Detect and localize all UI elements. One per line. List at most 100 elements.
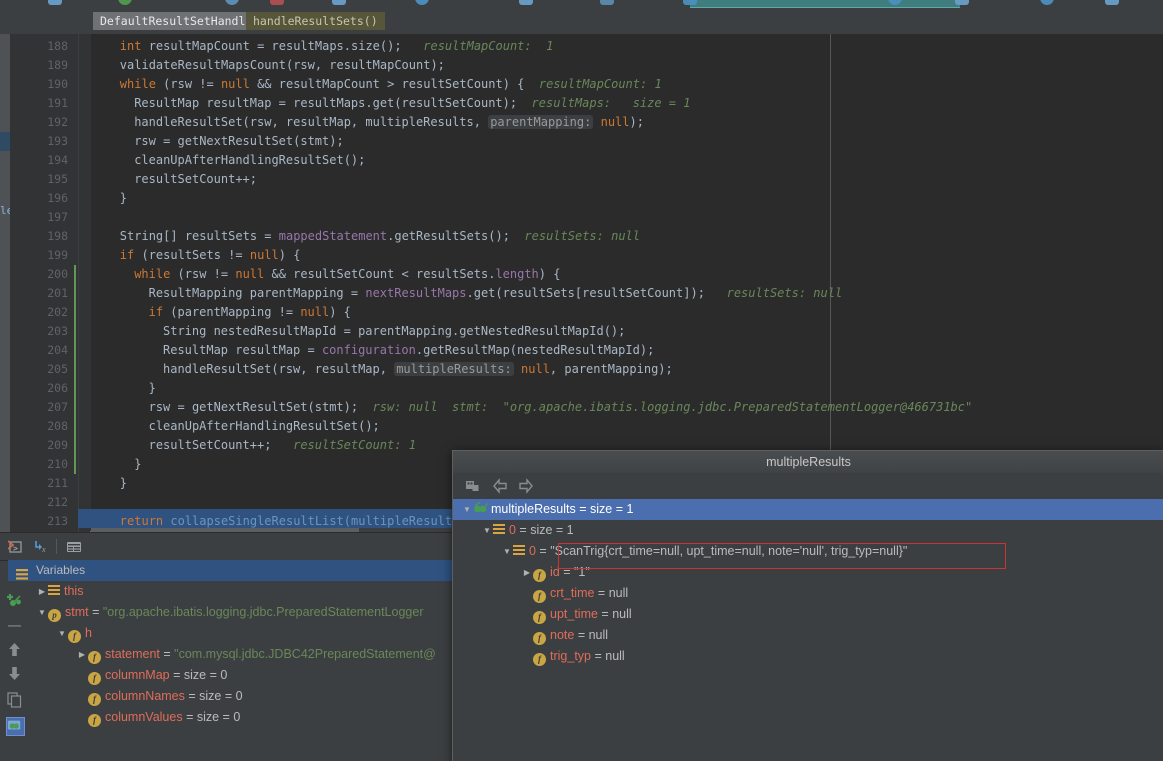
variables-tree-row[interactable]: f columnValues = size = 0	[76, 707, 240, 728]
chevron-down-icon[interactable]: ▼	[461, 499, 473, 520]
toolbar-icon-12[interactable]	[1040, 0, 1054, 5]
toolbar-icon-9[interactable]	[683, 0, 697, 5]
code-token: validateResultMapsCount(rsw, resultMapCo…	[119, 58, 445, 72]
move-up-icon[interactable]	[6, 641, 23, 658]
set-value-icon[interactable]	[465, 478, 482, 494]
code-token: ) {	[329, 305, 351, 319]
breadcrumb-class[interactable]: DefaultResultSetHandler	[93, 12, 267, 30]
variables-tree-row[interactable]: ▶ f statement = "com.mysql.jdbc.JDBC42Prep…	[76, 644, 436, 665]
code-line[interactable]: }	[120, 474, 127, 493]
vcs-change-marker[interactable]	[74, 265, 76, 474]
popup-variables-tree[interactable]: ▼ multipleResults = size = 1 ▼ 0 = size = 1…	[453, 499, 1163, 761]
settings-icon[interactable]	[66, 539, 82, 555]
field-badge-icon: f	[533, 611, 546, 624]
code-fold-strip[interactable]	[79, 34, 91, 532]
toolbar-icon-5[interactable]	[332, 0, 346, 5]
code-line[interactable]: cleanUpAfterHandlingResultSet();	[149, 417, 380, 436]
popup-tree-row[interactable]: ▼ 0 = "ScanTrig{crt_time=null, upt_time=n…	[453, 541, 1163, 562]
code-line[interactable]: rsw = getNextResultSet(stmt); rsw: null …	[149, 398, 973, 417]
code-line[interactable]: cleanUpAfterHandlingResultSet();	[134, 151, 365, 170]
chevron-down-icon[interactable]: ▼	[481, 520, 493, 541]
evaluate-icon[interactable]	[6, 717, 25, 736]
field-badge-icon: f	[533, 569, 546, 582]
field-badge-icon: f	[533, 590, 546, 603]
variables-tree-row[interactable]: ▶ this	[36, 581, 84, 602]
popup-tree-row[interactable]: f note = null	[453, 625, 1163, 646]
code-token: resultMaps: size = 1	[517, 96, 691, 110]
popup-tree-row[interactable]: f upt_time = null	[453, 604, 1163, 625]
toolbar-icon-13[interactable]	[1105, 0, 1119, 5]
chevron-right-icon[interactable]: ▶	[36, 581, 48, 602]
variables-tree[interactable]: ▶ this ▼ p stmt = "org.apache.ibatis.logging…	[28, 581, 452, 761]
code-line[interactable]: resultSetCount++; resultSetCount: 1	[149, 436, 416, 455]
code-line[interactable]: while (rsw != null && resultMapCount > r…	[120, 75, 662, 94]
toolbar-icon-8[interactable]	[600, 0, 614, 5]
code-line[interactable]: }	[134, 455, 141, 474]
code-line[interactable]: String nestedResultMapId = parentMapping…	[163, 322, 625, 341]
toolbar-icon-1[interactable]	[48, 0, 62, 5]
code-line[interactable]: if (parentMapping != null) {	[149, 303, 351, 322]
chevron-right-icon[interactable]: ▶	[521, 562, 533, 583]
code-token: ResultMap resultMap =	[163, 343, 322, 357]
force-step-into-icon[interactable]: x	[33, 539, 49, 555]
chevron-down-icon[interactable]: ▼	[501, 541, 513, 562]
copy-value-icon[interactable]	[6, 691, 23, 708]
back-arrow-icon[interactable]	[492, 478, 509, 494]
code-line[interactable]: }	[120, 189, 127, 208]
popup-tree-row[interactable]: ▶ f id = "1"	[453, 562, 1163, 583]
line-number: 206	[47, 381, 68, 395]
popup-variable-value: null	[588, 628, 609, 642]
toolbar-icon-stop[interactable]	[270, 0, 284, 5]
toolbar-icon-3[interactable]	[225, 0, 239, 5]
toolbar-icon-7[interactable]	[519, 0, 533, 5]
code-line[interactable]: handleResultSet(rsw, resultMap, multiple…	[134, 113, 644, 132]
chevron-right-icon[interactable]: ▶	[76, 644, 88, 665]
code-line[interactable]: ResultMapping parentMapping = nextResult…	[149, 284, 843, 303]
variables-tree-row[interactable]: f columnMap = size = 0	[76, 665, 227, 686]
popup-variable-name: 0	[509, 523, 516, 537]
collection-badge-icon	[48, 585, 60, 596]
code-line[interactable]: while (rsw != null && resultSetCount < r…	[134, 265, 560, 284]
popup-tree-row[interactable]: f trig_typ = null	[453, 646, 1163, 667]
popup-tree-row[interactable]: ▼ multipleResults = size = 1	[453, 499, 1163, 520]
code-line[interactable]: validateResultMapsCount(rsw, resultMapCo…	[120, 56, 445, 75]
variables-tab-header[interactable]: Variables	[8, 560, 452, 581]
code-token: if	[119, 248, 142, 262]
code-token: if	[148, 305, 171, 319]
variables-tree-row[interactable]: f columnNames = size = 0	[76, 686, 243, 707]
code-line[interactable]: int resultMapCount = resultMaps.size(); …	[120, 37, 554, 56]
code-token: resultSets: null	[509, 229, 640, 243]
chevron-down-icon[interactable]: ▼	[36, 602, 48, 623]
chevron-down-icon[interactable]: ▼	[56, 623, 68, 644]
breadcrumb-method[interactable]: handleResultSets()	[246, 12, 385, 30]
code-line[interactable]: }	[149, 379, 156, 398]
line-number: 204	[47, 343, 68, 357]
code-line[interactable]: if (resultSets != null) {	[120, 246, 301, 265]
popup-variable-equals: =	[594, 586, 609, 600]
toolbar-icon-11[interactable]	[955, 0, 969, 5]
code-token: cleanUpAfterHandlingResultSet();	[134, 153, 366, 167]
code-line[interactable]: ResultMap resultMap = configuration.getR…	[163, 341, 654, 360]
evaluate-expression-icon[interactable]: >	[7, 539, 24, 555]
variables-tree-row[interactable]: ▼ f h	[56, 623, 92, 644]
forward-arrow-icon[interactable]	[517, 478, 534, 494]
code-line[interactable]: String[] resultSets = mappedStatement.ge…	[120, 227, 640, 246]
toolbar-icon-run[interactable]	[118, 0, 132, 5]
popup-variable-equals: =	[591, 649, 606, 663]
popup-tree-row[interactable]: ▼ 0 = size = 1	[453, 520, 1163, 541]
popup-tree-row[interactable]: f crt_time = null	[453, 583, 1163, 604]
line-number: 213	[47, 514, 68, 528]
move-down-icon[interactable]	[6, 665, 23, 682]
breadcrumb: DefaultResultSetHandler handleResultSets…	[0, 8, 1163, 35]
code-line[interactable]: rsw = getNextResultSet(stmt);	[134, 132, 344, 151]
popup-variable-equals: =	[575, 502, 591, 516]
value-inspector-popup[interactable]: multipleResults ▼ multipleResults = size…	[452, 450, 1163, 761]
variables-tree-row[interactable]: ▼ p stmt = "org.apache.ibatis.logging.jdbc…	[36, 602, 423, 623]
toolbar-icon-6[interactable]	[415, 0, 429, 5]
add-watch-icon[interactable]	[6, 591, 23, 608]
code-line[interactable]: resultSetCount++;	[134, 170, 257, 189]
code-line[interactable]: handleResultSet(rsw, resultMap, multiple…	[163, 360, 673, 379]
code-line[interactable]: ResultMap resultMap = resultMaps.get(res…	[134, 94, 690, 113]
ide-window: DefaultResultSetHandler handleResultSets…	[0, 0, 1163, 761]
